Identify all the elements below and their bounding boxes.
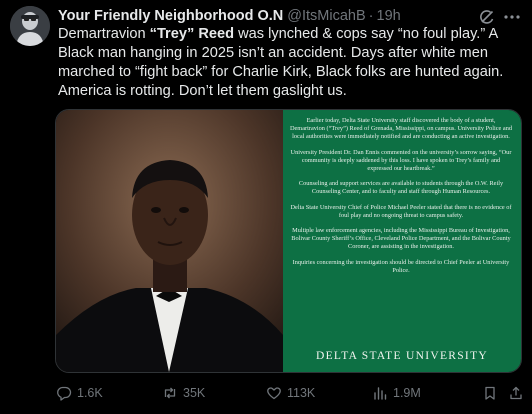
like-count: 113K [287,386,316,400]
tweet-text: Demartravion “Trey” Reed was lynched & c… [58,25,524,101]
tweet-media[interactable]: Earlier today, Delta State University st… [55,109,522,373]
statement-paragraph: Inquiries concerning the investigation s… [292,258,510,274]
reply-count: 1.6K [77,386,103,400]
retweet-count: 35K [183,386,206,400]
like-button[interactable]: 113K [266,384,315,402]
tweet-text-nickname: “Trey” Reed [149,26,235,42]
tweet[interactable]: Your Friendly Neighborhood O.N @ItsMicah… [0,0,532,414]
statement-paragraph: Earlier today, Delta State University st… [289,117,513,141]
portrait-photo[interactable] [56,110,283,372]
views-button[interactable]: 1.9M [372,384,421,402]
view-count: 1.9M [393,386,421,400]
reply-button[interactable]: 1.6K [56,384,103,402]
retweet-icon [164,387,176,399]
share-icon [510,386,522,400]
bookmark-icon [485,386,495,400]
statement-paragraph: Multiple law enforcement agencies, inclu… [291,227,511,251]
retweet-button[interactable]: 35K [162,384,205,402]
share-button[interactable] [508,384,529,402]
university-statement: Earlier today, Delta State University st… [283,110,521,372]
action-bar: 1.6K 35K 113K 1.9M [56,384,526,402]
author-handle[interactable]: @ItsMicahB [287,7,365,25]
tweet-text-start: Demartravion [58,26,150,42]
statement-paragraph: University President Dr. Dan Ennis comme… [290,148,512,173]
university-name: DELTA STATE UNIVERSITY [316,349,488,362]
heart-icon [267,387,281,400]
reply-icon [57,386,72,401]
grok-icon[interactable] [478,8,496,26]
statement-paragraph: Delta State University Chief of Police M… [290,203,512,219]
views-icon [374,387,387,400]
statement-paragraph: Counseling and support services are avai… [298,180,504,196]
bookmark-button[interactable] [482,384,503,402]
separator-dot: · [368,8,374,24]
tweet-header: Your Friendly Neighborhood O.N @ItsMicah… [58,7,488,25]
timestamp[interactable]: 19h [377,7,401,25]
avatar[interactable] [10,6,50,46]
more-icon[interactable] [502,8,522,26]
author-display-name[interactable]: Your Friendly Neighborhood O.N [58,7,283,25]
